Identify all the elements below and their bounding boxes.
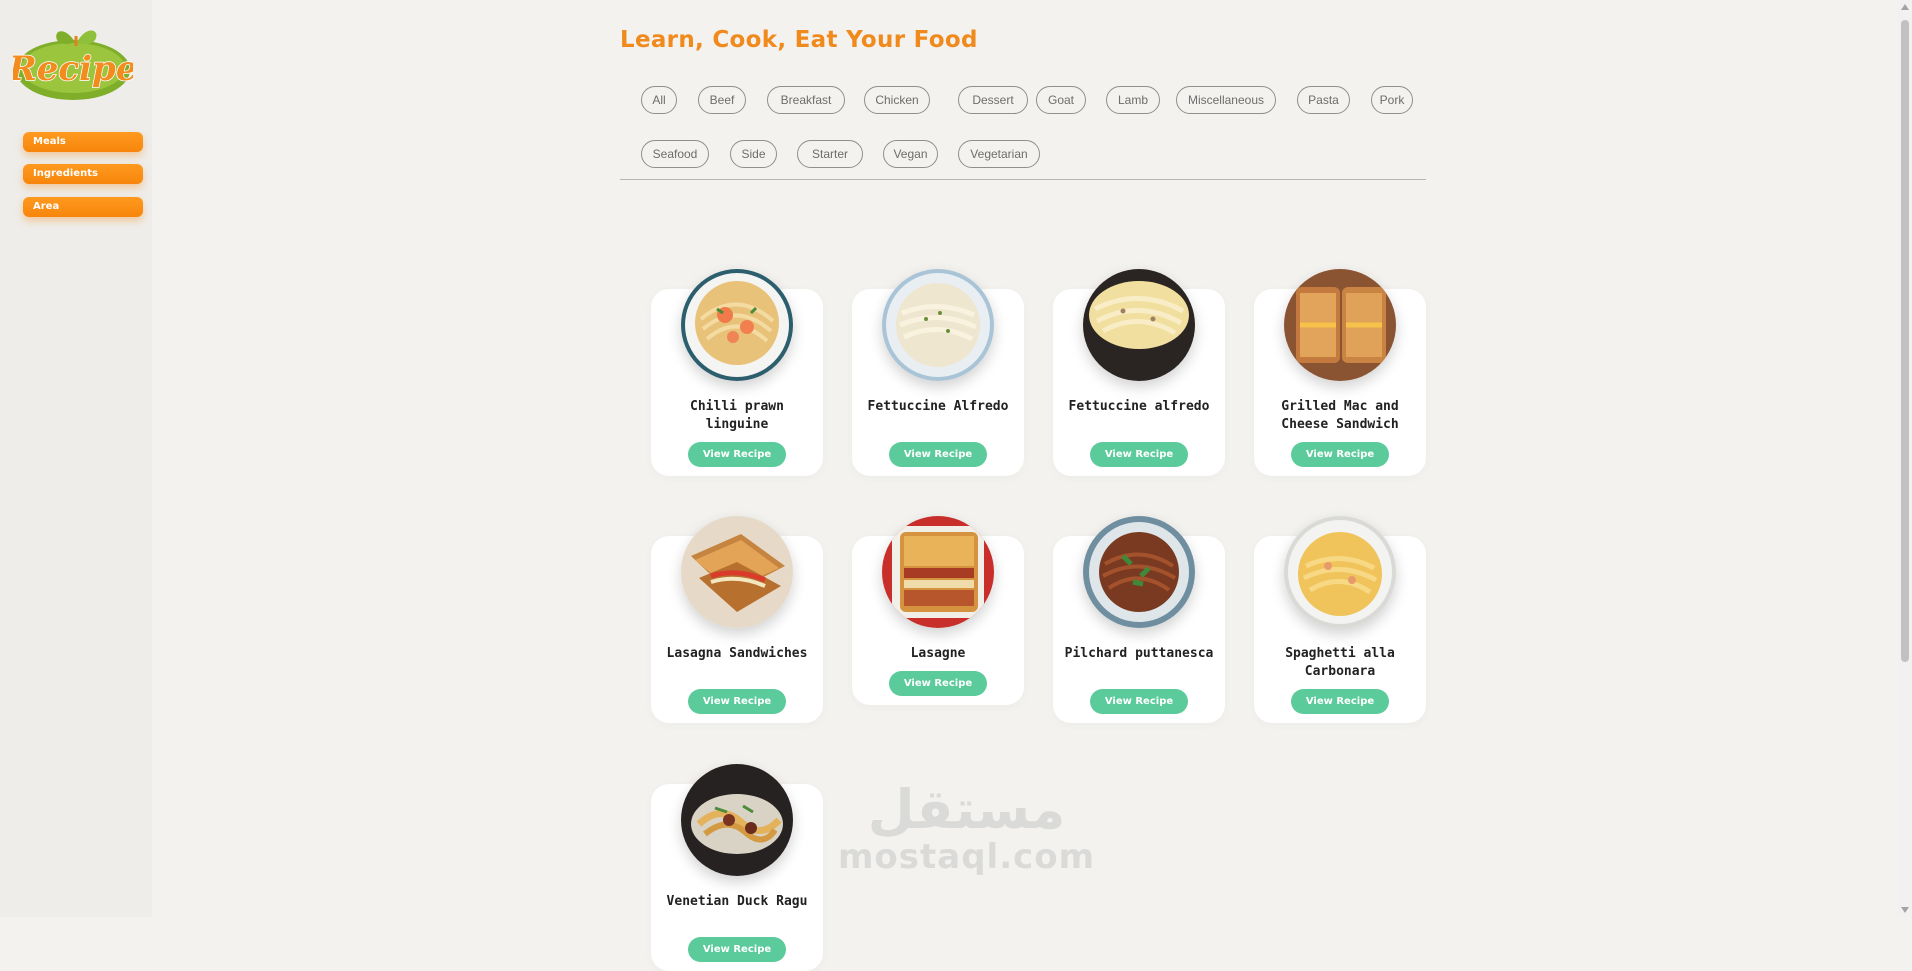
meal-card[interactable]: Chilli prawn linguine View Recipe [651, 269, 823, 476]
meal-name: Spaghetti alla Carbonara [1285, 646, 1395, 679]
meal-card[interactable]: Spaghetti alla Carbonara View Recipe [1254, 516, 1426, 723]
recipe-logo[interactable]: Recipe [7, 22, 138, 102]
view-recipe-button[interactable]: View Recipe [1291, 689, 1389, 714]
view-recipe-button[interactable]: View Recipe [1291, 442, 1389, 467]
meal-photo[interactable] [681, 516, 793, 628]
page-title: Learn, Cook, Eat Your Food [620, 27, 978, 53]
watermark-arabic: مستقل [867, 778, 1066, 841]
category-chip-breakfast[interactable]: Breakfast [767, 86, 845, 114]
meal-photo[interactable] [681, 764, 793, 876]
divider [620, 179, 1426, 180]
meal-name: Pilchard puttanesca [1064, 646, 1214, 661]
category-chip-pork[interactable]: Pork [1371, 86, 1413, 114]
meal-photo[interactable] [1083, 269, 1195, 381]
category-chip-dessert[interactable]: Dessert [958, 86, 1028, 114]
meal-card[interactable]: Grilled Mac and Cheese Sandwich View Reci… [1254, 269, 1426, 476]
view-recipe-button[interactable]: View Recipe [688, 442, 786, 467]
category-chip-miscellaneous[interactable]: Miscellaneous [1176, 86, 1276, 114]
category-chip-all[interactable]: All [641, 86, 677, 114]
meal-name: Chilli prawn linguine [690, 399, 784, 432]
meal-card[interactable]: Lasagne View Recipe [852, 516, 1024, 705]
meal-card[interactable]: Pilchard puttanesca View Recipe [1053, 516, 1225, 723]
sidebar-item-meals[interactable]: Meals [23, 132, 143, 152]
category-chip-seafood[interactable]: Seafood [641, 140, 709, 168]
meal-card[interactable]: Lasagna Sandwiches View Recipe [651, 516, 823, 723]
meal-photo[interactable] [1083, 516, 1195, 628]
meal-name: Venetian Duck Ragu [666, 894, 808, 909]
meal-photo[interactable] [882, 516, 994, 628]
meal-name: Lasagna Sandwiches [666, 646, 808, 661]
watermark-latin: mostaql.com [838, 837, 1096, 877]
meal-name: Grilled Mac and Cheese Sandwich [1281, 399, 1399, 432]
category-chip-vegetarian[interactable]: Vegetarian [958, 140, 1040, 168]
meal-name: Fettuccine Alfredo [867, 399, 1009, 414]
view-recipe-button[interactable]: View Recipe [1090, 689, 1188, 714]
category-chip-lamb[interactable]: Lamb [1106, 86, 1160, 114]
scroll-up-icon[interactable] [1901, 4, 1909, 10]
meal-photo[interactable] [1284, 516, 1396, 628]
meal-card[interactable]: Venetian Duck Ragu View Recipe [651, 764, 823, 971]
category-chip-side[interactable]: Side [730, 140, 777, 168]
meal-card[interactable]: Fettuccine alfredo View Recipe [1053, 269, 1225, 476]
view-recipe-button[interactable]: View Recipe [688, 689, 786, 714]
sidebar-item-ingredients[interactable]: Ingredients [23, 164, 143, 184]
meal-card[interactable]: Fettuccine Alfredo View Recipe [852, 269, 1024, 476]
view-recipe-button[interactable]: View Recipe [1090, 442, 1188, 467]
watermark: مستقل mostaql.com [838, 778, 1096, 877]
view-recipe-button[interactable]: View Recipe [889, 671, 987, 696]
meal-photo[interactable] [1284, 269, 1396, 381]
meal-photo[interactable] [681, 269, 793, 381]
category-chip-beef[interactable]: Beef [698, 86, 746, 114]
category-chip-vegan[interactable]: Vegan [883, 140, 938, 168]
view-recipe-button[interactable]: View Recipe [688, 937, 786, 962]
svg-text:Recipe: Recipe [13, 49, 133, 89]
sidebar: Recipe Meals Ingredients Area [0, 0, 152, 917]
scroll-thumb[interactable] [1901, 20, 1909, 662]
meal-photo[interactable] [882, 269, 994, 381]
category-chip-chicken[interactable]: Chicken [864, 86, 930, 114]
category-chip-goat[interactable]: Goat [1036, 86, 1086, 114]
scrollbar[interactable] [1898, 0, 1912, 917]
category-chip-starter[interactable]: Starter [797, 140, 863, 168]
meal-name: Lasagne [910, 646, 966, 661]
meal-name: Fettuccine alfredo [1068, 399, 1210, 414]
scroll-down-icon[interactable] [1901, 907, 1909, 913]
sidebar-item-area[interactable]: Area [23, 197, 143, 217]
category-chip-pasta[interactable]: Pasta [1297, 86, 1350, 114]
view-recipe-button[interactable]: View Recipe [889, 442, 987, 467]
